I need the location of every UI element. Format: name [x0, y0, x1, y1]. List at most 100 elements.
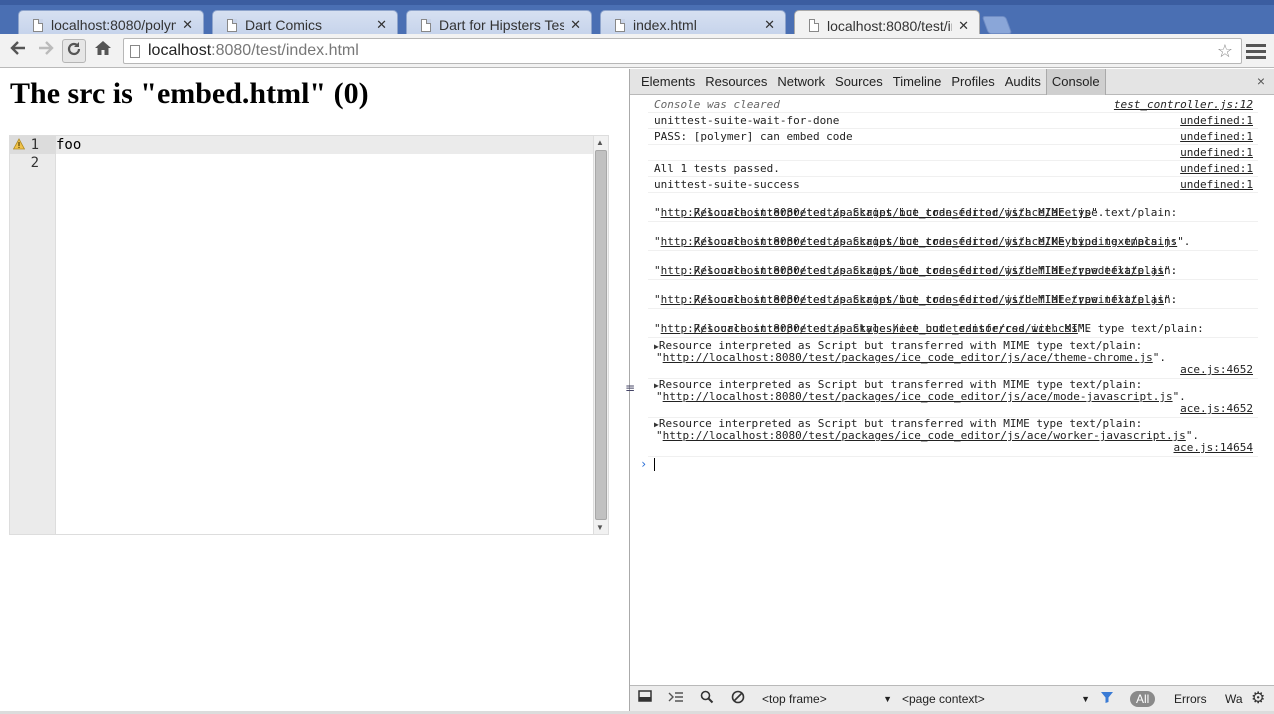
resource-link[interactable]: http://localhost:8080/test/packages/ice_…: [661, 293, 1164, 306]
tab-console[interactable]: Console: [1045, 68, 1106, 95]
divider: [648, 144, 1258, 145]
resource-link[interactable]: http://localhost:8080/test/packages/ice_…: [663, 429, 1186, 442]
code-line: foo: [56, 137, 82, 153]
dock-icon[interactable]: [638, 690, 654, 708]
filter-errors[interactable]: Errors: [1168, 691, 1213, 707]
gear-icon[interactable]: ⚙: [1251, 690, 1265, 708]
tab-timeline[interactable]: Timeline: [888, 69, 947, 95]
console-source-link[interactable]: undefined:1: [1180, 163, 1253, 175]
tab-title: Dart Comics: [245, 17, 323, 33]
scrollbar-thumb[interactable]: [595, 150, 607, 520]
divider: [648, 160, 1258, 161]
home-icon[interactable]: [91, 39, 115, 63]
console-source-link[interactable]: ace.js:14654: [1174, 442, 1253, 454]
scroll-up-icon[interactable]: ▲: [596, 138, 604, 147]
chevron-down-icon: ▼: [1081, 694, 1090, 704]
console-output[interactable]: Console was cleared test_controller.js:1…: [630, 96, 1274, 685]
context-select[interactable]: <page context> ▼: [902, 690, 1090, 708]
close-icon[interactable]: ×: [1257, 73, 1265, 89]
console-warning-url-line: "http://localhost:8080/test/packages/ice…: [654, 206, 1105, 219]
resource-link[interactable]: http://localhost:8080/test/packages/ice_…: [663, 351, 1153, 364]
resource-link[interactable]: http://localhost:8080/test/packages/ice_…: [663, 390, 1173, 403]
page-title: The src is "embed.html" (0): [10, 77, 369, 110]
browser-toolbar: localhost:8080/test/index.html ☆: [0, 34, 1274, 68]
back-icon[interactable]: [6, 39, 30, 63]
new-tab-button[interactable]: [981, 16, 1013, 34]
console-source-link[interactable]: ace.js:4652: [1180, 364, 1253, 376]
divider: [648, 221, 1258, 222]
filter-icon[interactable]: [1100, 690, 1114, 708]
forward-icon[interactable]: [34, 39, 58, 63]
console-source-link[interactable]: undefined:1: [1180, 115, 1253, 127]
tab-strip: localhost:8080/polyme ✕ Dart Comics ✕ Da…: [0, 0, 1274, 40]
editor-code[interactable]: foo: [56, 136, 81, 172]
tab-title: localhost:8080/test/inc: [827, 17, 953, 34]
console-warning-url-line: "http://localhost:8080/test/packages/ice…: [656, 390, 1186, 403]
divider: [648, 308, 1258, 309]
page-icon: [33, 18, 43, 32]
editor-gutter: 1 2: [10, 136, 56, 534]
tab-title: localhost:8080/polyme: [51, 17, 176, 33]
clear-console-icon[interactable]: [731, 690, 745, 708]
page-viewport: The src is "embed.html" (0) 1 2 foo ▲ ▼: [0, 69, 629, 711]
console-warning-url-line: "http://localhost:8080/test/packages/ice…: [654, 264, 1178, 277]
console-source-link[interactable]: undefined:1: [1180, 131, 1253, 143]
tab-resources[interactable]: Resources: [700, 69, 772, 95]
chevron-down-icon: ▼: [883, 694, 892, 704]
page-icon: [130, 44, 140, 58]
tab-elements[interactable]: Elements: [636, 69, 700, 95]
menu-icon[interactable]: [1246, 40, 1266, 62]
code-editor[interactable]: 1 2 foo ▲ ▼: [9, 135, 609, 535]
divider: [648, 456, 1258, 457]
resource-link[interactable]: http://localhost:8080/test/packages/ice_…: [661, 206, 1091, 219]
frame-select[interactable]: <top frame> ▼: [762, 690, 892, 708]
console-warning-url-line: "http://localhost:8080/test/packages/ice…: [654, 235, 1191, 248]
close-icon[interactable]: ✕: [958, 18, 969, 34]
tab-network[interactable]: Network: [772, 69, 830, 95]
scroll-down-icon[interactable]: ▼: [596, 523, 604, 532]
devtools-panel: ≡ Elements Resources Network Sources Tim…: [625, 68, 1274, 711]
resource-link[interactable]: http://localhost:8080/test/packages/ice_…: [661, 322, 1078, 335]
divider: [648, 192, 1258, 193]
active-line-highlight: [56, 136, 594, 154]
console-source-link[interactable]: test_controller.js:12: [1114, 99, 1253, 111]
page-icon: [615, 18, 625, 32]
page-icon: [421, 18, 431, 32]
close-icon[interactable]: ✕: [182, 17, 193, 33]
console-source-link[interactable]: undefined:1: [1180, 179, 1253, 191]
close-icon[interactable]: ✕: [764, 17, 775, 33]
console-warning-url-line: "http://localhost:8080/test/packages/ice…: [656, 429, 1200, 442]
reload-icon[interactable]: [62, 39, 86, 63]
divider: [648, 128, 1258, 129]
resource-link[interactable]: http://localhost:8080/test/packages/ice_…: [661, 264, 1164, 277]
console-warning-url-line: "http://localhost:8080/test/packages/ice…: [654, 322, 1092, 335]
search-icon[interactable]: [700, 690, 714, 708]
line-number: 2: [30, 155, 39, 171]
close-icon[interactable]: ✕: [570, 17, 581, 33]
console-drawer-icon[interactable]: [668, 690, 684, 708]
divider: [648, 112, 1258, 113]
editor-scrollbar[interactable]: ▲ ▼: [593, 136, 608, 534]
devtools-status-bar: <top frame> ▼ <page context> ▼ All Error…: [630, 685, 1274, 711]
warning-icon: [13, 138, 25, 150]
close-icon[interactable]: ✕: [376, 17, 387, 33]
filter-all[interactable]: All: [1130, 691, 1156, 707]
console-input[interactable]: [654, 458, 655, 471]
console-warning-url-line: "http://localhost:8080/test/packages/ice…: [654, 293, 1178, 306]
filter-warnings[interactable]: Wa: [1219, 691, 1243, 707]
tab-sources[interactable]: Sources: [830, 69, 888, 95]
tab-profiles[interactable]: Profiles: [946, 69, 999, 95]
tab-title: index.html: [633, 17, 697, 33]
divider: [648, 279, 1258, 280]
address-path: :8080/test/index.html: [211, 42, 359, 59]
page-icon: [809, 19, 819, 32]
console-source-link[interactable]: undefined:1: [1180, 147, 1253, 159]
tab-audits[interactable]: Audits: [1000, 69, 1046, 95]
resource-link[interactable]: http://localhost:8080/test/packages/ice_…: [661, 235, 1178, 248]
console-source-link[interactable]: ace.js:4652: [1180, 403, 1253, 415]
address-bar[interactable]: localhost:8080/test/index.html ☆: [123, 38, 1242, 64]
star-icon[interactable]: ☆: [1217, 41, 1233, 62]
console-message: unittest-suite-wait-for-done: [654, 114, 840, 127]
tab-title: Dart for Hipsters Tests: [439, 17, 565, 33]
console-message: All 1 tests passed.: [654, 162, 780, 175]
